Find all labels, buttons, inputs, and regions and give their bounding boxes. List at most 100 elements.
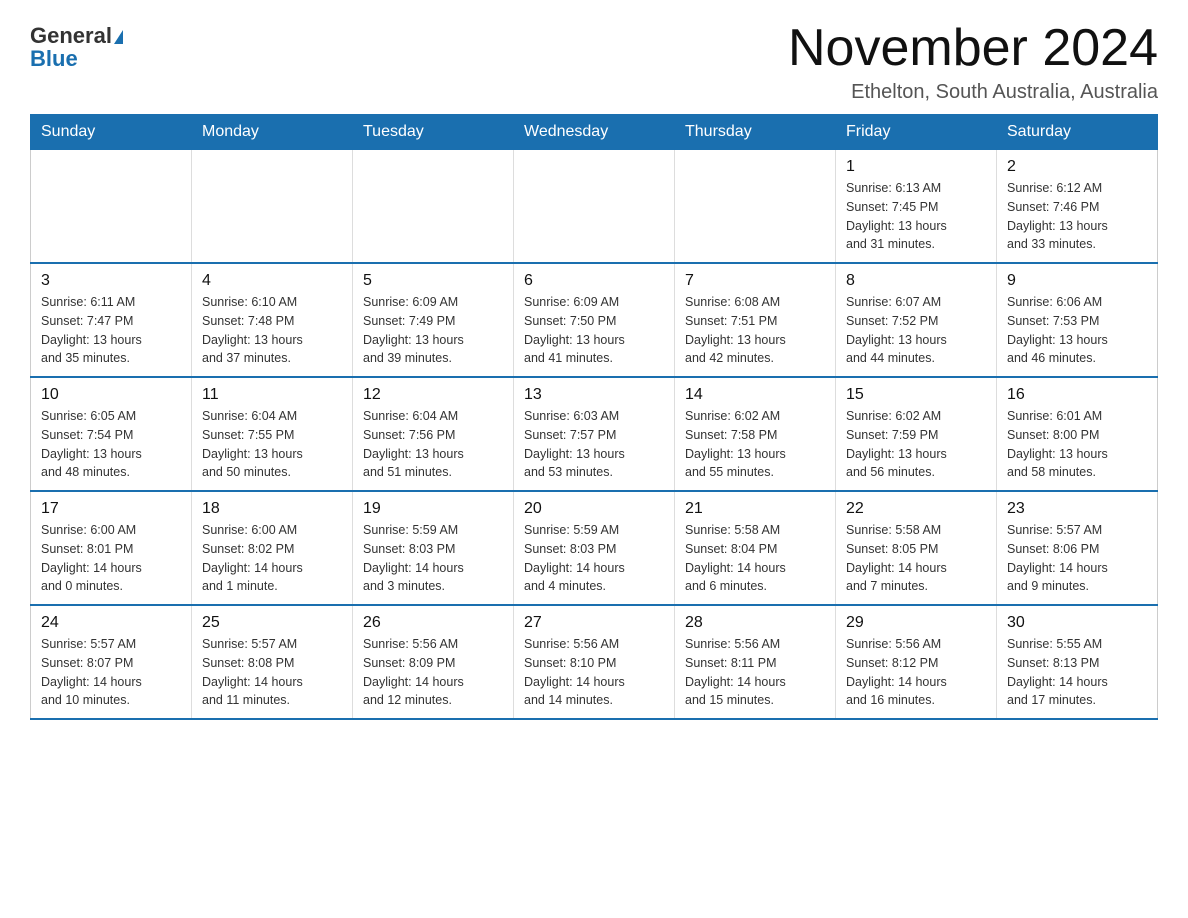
day-info: Sunrise: 5:58 AM Sunset: 8:04 PM Dayligh… [685,521,825,596]
month-title: November 2024 [788,20,1158,77]
calendar-header-wednesday: Wednesday [514,115,675,150]
day-number: 30 [1007,614,1147,632]
calendar-week-row: 24 Sunrise: 5:57 AM Sunset: 8:07 PM Dayli… [31,605,1158,719]
calendar-cell: 19 Sunrise: 5:59 AM Sunset: 8:03 PM Dayli… [353,491,514,605]
calendar-cell: 12 Sunrise: 6:04 AM Sunset: 7:56 PM Dayli… [353,377,514,491]
calendar-week-row: 10Sunrise: 6:05 AM Sunset: 7:54 PM Dayli… [31,377,1158,491]
day-number: 25 [202,614,342,632]
calendar-cell: 7 Sunrise: 6:08 AM Sunset: 7:51 PM Daylig… [675,263,836,377]
calendar-cell: 10Sunrise: 6:05 AM Sunset: 7:54 PM Dayli… [31,377,192,491]
day-info: Sunrise: 5:56 AM Sunset: 8:09 PM Dayligh… [363,635,503,710]
day-number: 18 [202,500,342,518]
calendar-cell: 2Sunrise: 6:12 AM Sunset: 7:46 PM Daylig… [997,150,1158,264]
day-number: 16 [1007,386,1147,404]
day-info: Sunrise: 6:03 AM Sunset: 7:57 PM Dayligh… [524,407,664,482]
calendar-cell: 27 Sunrise: 5:56 AM Sunset: 8:10 PM Dayli… [514,605,675,719]
calendar-cell: 24 Sunrise: 5:57 AM Sunset: 8:07 PM Dayli… [31,605,192,719]
day-number: 14 [685,386,825,404]
calendar-cell: 5 Sunrise: 6:09 AM Sunset: 7:49 PM Daylig… [353,263,514,377]
calendar-cell: 14 Sunrise: 6:02 AM Sunset: 7:58 PM Dayli… [675,377,836,491]
calendar-header-thursday: Thursday [675,115,836,150]
day-info: Sunrise: 6:06 AM Sunset: 7:53 PM Dayligh… [1007,293,1147,368]
day-info: Sunrise: 6:08 AM Sunset: 7:51 PM Dayligh… [685,293,825,368]
calendar-cell: 26 Sunrise: 5:56 AM Sunset: 8:09 PM Dayli… [353,605,514,719]
calendar-header-tuesday: Tuesday [353,115,514,150]
calendar-cell: 15 Sunrise: 6:02 AM Sunset: 7:59 PM Dayli… [836,377,997,491]
day-info: Sunrise: 6:02 AM Sunset: 7:59 PM Dayligh… [846,407,986,482]
calendar-cell [31,150,192,264]
day-number: 10 [41,386,181,404]
day-number: 28 [685,614,825,632]
day-info: Sunrise: 5:56 AM Sunset: 8:11 PM Dayligh… [685,635,825,710]
calendar-cell [192,150,353,264]
day-number: 5 [363,272,503,290]
calendar-cell: 20 Sunrise: 5:59 AM Sunset: 8:03 PM Dayli… [514,491,675,605]
day-number: 22 [846,500,986,518]
day-number: 6 [524,272,664,290]
day-info: Sunrise: 6:04 AM Sunset: 7:56 PM Dayligh… [363,407,503,482]
calendar-header-row: SundayMondayTuesdayWednesdayThursdayFrid… [31,115,1158,150]
day-info: Sunrise: 5:59 AM Sunset: 8:03 PM Dayligh… [363,521,503,596]
day-info: Sunrise: 5:56 AM Sunset: 8:12 PM Dayligh… [846,635,986,710]
logo: General Blue [30,20,123,71]
calendar-cell: 8 Sunrise: 6:07 AM Sunset: 7:52 PM Daylig… [836,263,997,377]
day-info: Sunrise: 5:58 AM Sunset: 8:05 PM Dayligh… [846,521,986,596]
day-info: Sunrise: 5:57 AM Sunset: 8:07 PM Dayligh… [41,635,181,710]
logo-top: General [30,25,123,48]
calendar-week-row: 17 Sunrise: 6:00 AM Sunset: 8:01 PM Dayli… [31,491,1158,605]
calendar-cell: 28 Sunrise: 5:56 AM Sunset: 8:11 PM Dayli… [675,605,836,719]
day-info: Sunrise: 6:01 AM Sunset: 8:00 PM Dayligh… [1007,407,1147,482]
calendar-week-row: 1Sunrise: 6:13 AM Sunset: 7:45 PM Daylig… [31,150,1158,264]
calendar-cell: 16 Sunrise: 6:01 AM Sunset: 8:00 PM Dayli… [997,377,1158,491]
calendar-header-sunday: Sunday [31,115,192,150]
day-number: 15 [846,386,986,404]
day-number: 20 [524,500,664,518]
calendar-cell [353,150,514,264]
calendar-cell: 18Sunrise: 6:00 AM Sunset: 8:02 PM Dayli… [192,491,353,605]
day-info: Sunrise: 6:10 AM Sunset: 7:48 PM Dayligh… [202,293,342,368]
logo-blue-text: Blue [30,46,78,71]
day-info: Sunrise: 6:12 AM Sunset: 7:46 PM Dayligh… [1007,179,1147,254]
calendar-cell: 22 Sunrise: 5:58 AM Sunset: 8:05 PM Dayli… [836,491,997,605]
day-info: Sunrise: 5:56 AM Sunset: 8:10 PM Dayligh… [524,635,664,710]
calendar-cell: 4Sunrise: 6:10 AM Sunset: 7:48 PM Daylig… [192,263,353,377]
calendar-header-saturday: Saturday [997,115,1158,150]
title-section: November 2024 Ethelton, South Australia,… [788,20,1158,104]
calendar-cell: 21Sunrise: 5:58 AM Sunset: 8:04 PM Dayli… [675,491,836,605]
calendar-week-row: 3 Sunrise: 6:11 AM Sunset: 7:47 PM Daylig… [31,263,1158,377]
day-number: 27 [524,614,664,632]
calendar-cell: 1Sunrise: 6:13 AM Sunset: 7:45 PM Daylig… [836,150,997,264]
day-info: Sunrise: 5:55 AM Sunset: 8:13 PM Dayligh… [1007,635,1147,710]
day-number: 19 [363,500,503,518]
day-number: 12 [363,386,503,404]
day-info: Sunrise: 6:00 AM Sunset: 8:01 PM Dayligh… [41,521,181,596]
calendar-header-monday: Monday [192,115,353,150]
day-info: Sunrise: 6:07 AM Sunset: 7:52 PM Dayligh… [846,293,986,368]
day-info: Sunrise: 5:59 AM Sunset: 8:03 PM Dayligh… [524,521,664,596]
calendar-cell: 23 Sunrise: 5:57 AM Sunset: 8:06 PM Dayli… [997,491,1158,605]
calendar-cell: 6Sunrise: 6:09 AM Sunset: 7:50 PM Daylig… [514,263,675,377]
day-number: 26 [363,614,503,632]
day-info: Sunrise: 5:57 AM Sunset: 8:06 PM Dayligh… [1007,521,1147,596]
day-info: Sunrise: 6:04 AM Sunset: 7:55 PM Dayligh… [202,407,342,482]
day-info: Sunrise: 6:02 AM Sunset: 7:58 PM Dayligh… [685,407,825,482]
calendar-cell [514,150,675,264]
day-info: Sunrise: 6:13 AM Sunset: 7:45 PM Dayligh… [846,179,986,254]
calendar-cell [675,150,836,264]
day-number: 29 [846,614,986,632]
day-number: 24 [41,614,181,632]
calendar-cell: 3 Sunrise: 6:11 AM Sunset: 7:47 PM Daylig… [31,263,192,377]
calendar-cell: 9Sunrise: 6:06 AM Sunset: 7:53 PM Daylig… [997,263,1158,377]
logo-triangle-icon [114,30,123,44]
day-number: 8 [846,272,986,290]
day-info: Sunrise: 6:11 AM Sunset: 7:47 PM Dayligh… [41,293,181,368]
logo-general-text: General [30,23,112,48]
day-number: 23 [1007,500,1147,518]
day-number: 13 [524,386,664,404]
day-number: 11 [202,386,342,404]
day-info: Sunrise: 6:09 AM Sunset: 7:49 PM Dayligh… [363,293,503,368]
calendar-header-friday: Friday [836,115,997,150]
day-number: 3 [41,272,181,290]
day-number: 7 [685,272,825,290]
day-number: 17 [41,500,181,518]
